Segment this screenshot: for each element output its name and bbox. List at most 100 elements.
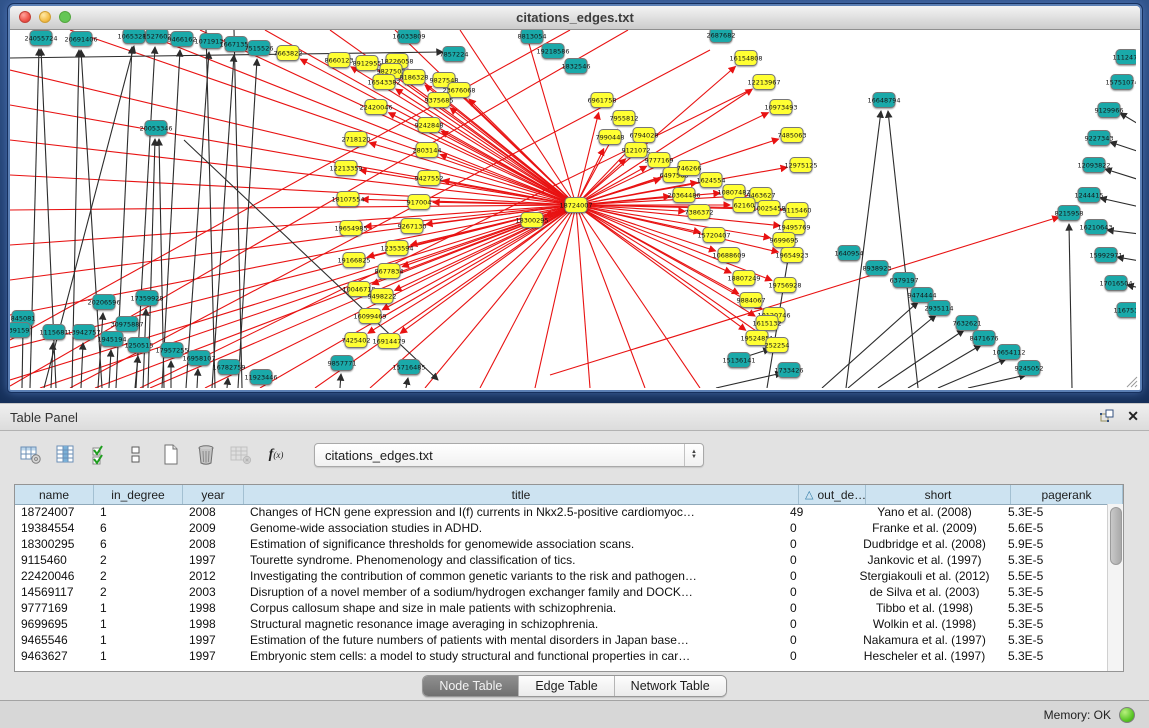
cell-out_degree[interactable]: 0 [784, 600, 851, 616]
graph-node[interactable]: 1244415 [1075, 188, 1104, 203]
graph-node[interactable]: 17016504 [1099, 276, 1132, 291]
cell-pagerank[interactable]: 5.3E-5 [996, 616, 1108, 632]
cell-out_degree[interactable]: 0 [784, 632, 851, 648]
cell-in_degree[interactable]: 2 [94, 552, 183, 568]
cell-year[interactable]: 2008 [183, 536, 244, 552]
graph-node[interactable]: 12213967 [747, 75, 780, 90]
graph-node[interactable]: 39159 [10, 323, 30, 338]
graph-node[interactable]: 11923446 [244, 370, 277, 385]
cell-out_degree[interactable]: 0 [784, 616, 851, 632]
graph-edge[interactable] [888, 111, 918, 388]
cell-title[interactable]: Changes of HCN gene expression and I(f) … [244, 504, 784, 520]
graph-edge[interactable] [576, 205, 772, 280]
cell-title[interactable]: Corpus callosum shape and size in male p… [244, 600, 784, 616]
graph-node[interactable]: 1945194 [98, 332, 127, 347]
table-row[interactable]: 969969511998Structural magnetic resonanc… [15, 616, 1108, 632]
graph-node[interactable]: 2935114 [925, 301, 954, 316]
table-row[interactable]: 977716911998Corpus callosum shape and si… [15, 600, 1108, 616]
cell-out_degree[interactable]: 0 [784, 536, 851, 552]
column-header-year[interactable]: year [183, 485, 244, 504]
cell-name[interactable]: 18300295 [15, 536, 94, 552]
graph-node[interactable]: 9115460 [783, 203, 812, 218]
graph-node[interactable]: 8215958 [1055, 206, 1084, 221]
window-titlebar[interactable]: citations_edges.txt [10, 6, 1140, 30]
cell-pagerank[interactable]: 5.6E-5 [996, 520, 1108, 536]
graph-node[interactable]: 6794028 [630, 128, 659, 143]
cell-name[interactable]: 9463627 [15, 648, 94, 664]
scrollbar-thumb[interactable] [1110, 507, 1122, 565]
graph-node[interactable]: 15751074 [1105, 75, 1136, 90]
graph-node[interactable]: 252254 [765, 338, 790, 353]
graph-node[interactable]: 15716485 [392, 360, 425, 375]
graph-node[interactable]: 1250515 [125, 338, 154, 353]
cell-year[interactable]: 1998 [183, 600, 244, 616]
graph-node[interactable]: 16154808 [729, 51, 762, 66]
cell-year[interactable]: 1997 [183, 648, 244, 664]
table-row[interactable]: 911546021997Tourette syndrome. Phenomeno… [15, 552, 1108, 568]
cell-out_degree[interactable]: 49 [784, 504, 851, 520]
cell-out_degree[interactable]: 0 [784, 520, 851, 536]
column-header-short[interactable]: short [866, 485, 1011, 504]
graph-node[interactable]: 8471676 [970, 331, 999, 346]
cell-pagerank[interactable]: 5.3E-5 [996, 504, 1108, 520]
table-row[interactable]: 2242004622012Investigating the contribut… [15, 568, 1108, 584]
cell-out_degree[interactable]: 0 [784, 568, 851, 584]
table-selector-dropdown[interactable]: citations_edges.txt ▲▼ [314, 443, 704, 467]
graph-edge[interactable] [968, 375, 1026, 388]
graph-node[interactable]: 7990448 [596, 130, 625, 145]
graph-node[interactable]: 9466162 [168, 32, 197, 47]
graph-node[interactable]: 8660123 [325, 53, 354, 68]
graph-edge[interactable] [395, 205, 576, 290]
column-header-out_degree[interactable]: △out_de… [799, 485, 866, 504]
cell-short[interactable]: Tibbo et al. (1998) [851, 600, 996, 616]
graph-node[interactable]: 7485063 [778, 128, 807, 143]
graph-node[interactable]: 16099469 [353, 309, 386, 324]
graph-edge[interactable] [206, 30, 215, 388]
graph-node[interactable]: 19166825 [337, 253, 370, 268]
graph-node[interactable]: 9129966 [1095, 103, 1124, 118]
graph-edge[interactable] [406, 378, 408, 388]
graph-node[interactable]: 2687682 [707, 30, 736, 43]
cell-short[interactable]: Jankovic et al. (1997) [851, 552, 996, 568]
deselect-all-button[interactable] [123, 442, 149, 468]
graph-node[interactable]: 10973493 [764, 100, 797, 115]
network-window[interactable]: citations_edges.txt 24055724206914061065… [8, 4, 1142, 392]
graph-node[interactable]: 7663822 [274, 46, 303, 61]
cell-in_degree[interactable]: 2 [94, 568, 183, 584]
graph-node[interactable]: 1733426 [775, 363, 804, 378]
graph-node[interactable]: 1615132 [753, 316, 782, 331]
cell-out_degree[interactable]: 0 [784, 584, 851, 600]
column-selection-button[interactable] [53, 442, 79, 468]
graph-node[interactable]: 16648794 [867, 93, 900, 108]
cell-year[interactable]: 1997 [183, 632, 244, 648]
graph-node[interactable]: 1832546 [562, 59, 591, 74]
column-header-title[interactable]: title [244, 485, 799, 504]
cell-pagerank[interactable]: 5.3E-5 [996, 552, 1108, 568]
graph-edge[interactable] [576, 113, 599, 205]
graph-node[interactable]: 6961758 [588, 93, 617, 108]
cell-year[interactable]: 2012 [183, 568, 244, 584]
graph-edge[interactable] [1110, 142, 1136, 152]
graph-edge[interactable] [135, 30, 576, 205]
graph-edge[interactable] [535, 205, 576, 388]
graph-node[interactable]: 12093822 [1077, 158, 1110, 173]
graph-edge[interactable] [10, 205, 576, 210]
graph-node[interactable]: 1115681 [40, 325, 69, 340]
cell-title[interactable]: Tourette syndrome. Phenomenology and cla… [244, 552, 784, 568]
graph-edge[interactable] [340, 374, 341, 388]
graph-node[interactable]: 16210643 [1079, 220, 1112, 235]
cell-title[interactable]: Structural magnetic resonance image aver… [244, 616, 784, 632]
graph-edge[interactable] [10, 52, 443, 58]
resize-grip[interactable] [1122, 372, 1138, 388]
graph-edge[interactable] [576, 149, 604, 205]
network-canvas[interactable]: 2405572420691406106532871527602946616210… [10, 30, 1140, 390]
select-all-button[interactable] [88, 442, 114, 468]
cell-in_degree[interactable]: 1 [94, 648, 183, 664]
graph-node[interactable]: 6379197 [890, 273, 919, 288]
graph-node[interactable]: 7425402 [342, 333, 371, 348]
cell-year[interactable]: 2008 [183, 504, 244, 520]
graph-node[interactable]: 8677834 [375, 264, 404, 279]
cell-name[interactable]: 19384554 [15, 520, 94, 536]
graph-node[interactable]: 1167531 [1114, 303, 1136, 318]
cell-short[interactable]: Yano et al. (2008) [851, 504, 996, 520]
